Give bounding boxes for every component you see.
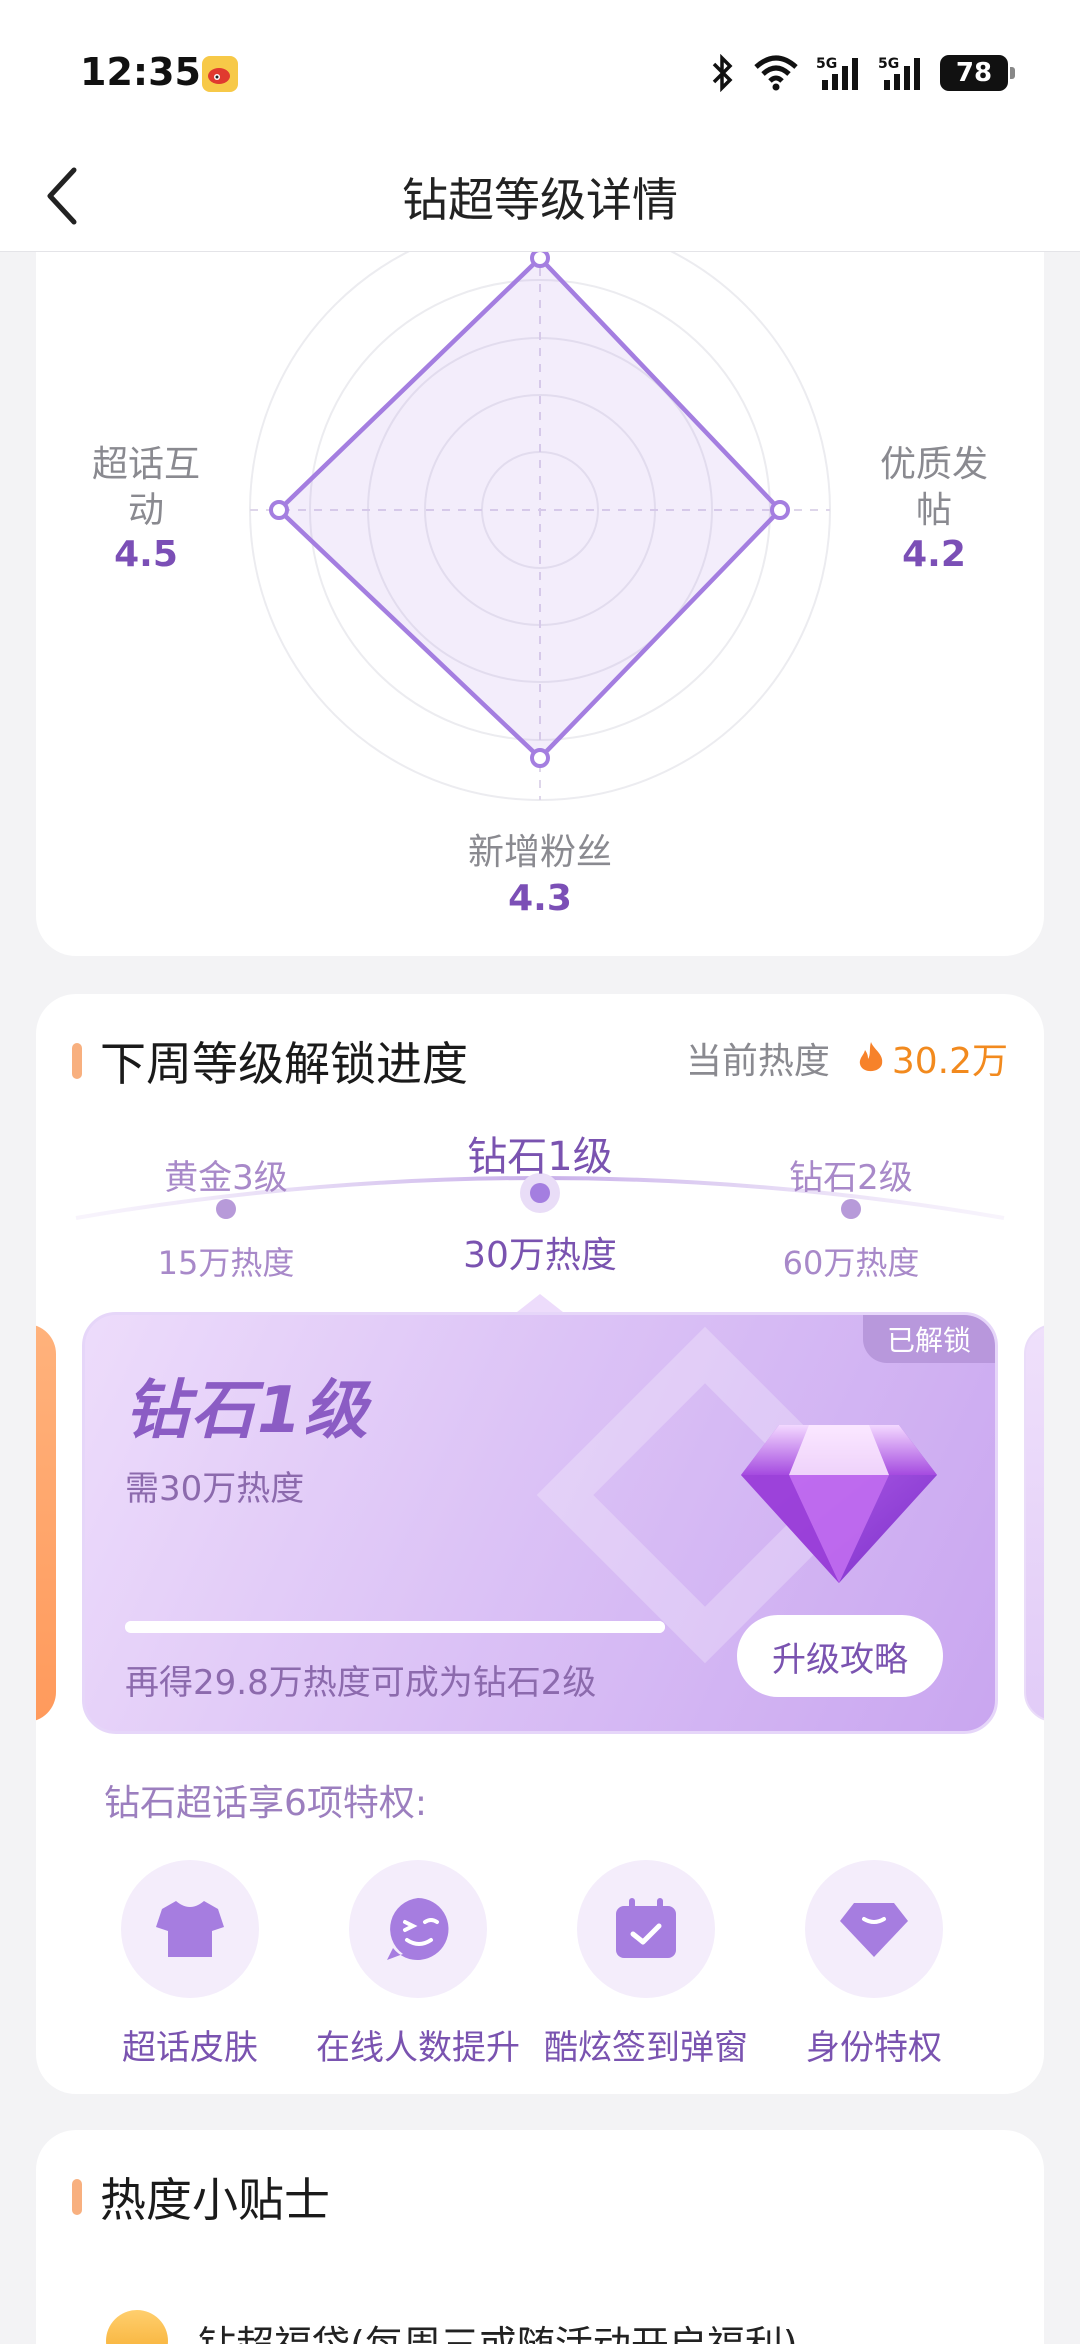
level-heat-diamond1: 30万热度: [463, 1235, 617, 1276]
status-icons: 5G 5G 78: [708, 54, 1015, 92]
battery-indicator: 78: [940, 55, 1015, 91]
privilege-label: 身份特权: [806, 2028, 942, 2068]
level-heat-diamond2: 60万热度: [782, 1244, 920, 1282]
prev-level-card[interactable]: [36, 1324, 56, 1722]
level-card-diamond1[interactable]: 已解锁 钻石1级 需30万热度 再得29.8万热度可成为钻石2级 升级攻略: [82, 1312, 998, 1734]
axis-label-new-fans: 新增粉丝: [467, 832, 612, 873]
card-level-title: 钻石1级: [125, 1374, 370, 1448]
privilege-label: 在线人数提升: [316, 2028, 520, 2068]
section-title: 下周等级解锁进度: [100, 1037, 468, 1091]
privilege-identity-icon-wrap: [805, 1860, 943, 1998]
privilege-online-boost[interactable]: 在线人数提升: [304, 1860, 532, 2069]
unlocked-tag: 已解锁: [863, 1315, 995, 1363]
radar-polygon: [276, 255, 783, 761]
bluetooth-icon: [712, 54, 733, 92]
axis-value-quality-post: 4.2: [902, 534, 966, 575]
diamond-badge-icon: [840, 1903, 908, 1957]
level-name-diamond1[interactable]: 钻石1级: [430, 1124, 650, 1182]
privilege-skin[interactable]: 超话皮肤: [76, 1860, 304, 2069]
signal-5g-icon: 5G: [816, 56, 858, 90]
privilege-label: 酷炫签到弹窗: [544, 2028, 748, 2068]
level-name-diamond2[interactable]: 钻石2级: [751, 1150, 951, 1199]
flame-icon: [859, 1042, 883, 1072]
level-progress-fill: [125, 1621, 665, 1633]
radar-point-bottom: [530, 748, 550, 768]
weibo-icon: [202, 56, 238, 92]
diamond-gem-icon: [741, 1425, 937, 1583]
radar-point-top: [530, 252, 550, 268]
section-header: 下周等级解锁进度: [72, 1028, 468, 1094]
page-title: 钻超等级详情: [402, 173, 678, 227]
current-heat: 当前热度 30.2万: [686, 1032, 1008, 1084]
axis-value-interaction: 4.5: [114, 534, 178, 575]
signal-5g-icon: 5G: [878, 56, 920, 90]
next-level-hint: 再得29.8万热度可成为钻石2级: [125, 1663, 597, 1703]
privilege-checkin-icon-wrap: [577, 1860, 715, 1998]
current-heat-value: 30.2万: [891, 1041, 1008, 1082]
axis-label-quality-post: 优质发 帖: [879, 444, 988, 531]
level-dot-diamond1[interactable]: [530, 1183, 550, 1203]
next-level-card[interactable]: [1024, 1324, 1044, 1722]
level-progress-bar: [125, 1621, 665, 1633]
tips-title: 热度小贴士: [100, 2173, 330, 2227]
wink-face-icon: [387, 1898, 449, 1960]
axis-label-interaction: 超话互 动: [91, 444, 200, 531]
tip-item[interactable]: 钻超福袋(每周三或随活动开启福利): [106, 2310, 798, 2344]
wifi-icon: [754, 55, 798, 91]
tip-text: 钻超福袋(每周三或随活动开启福利): [198, 2314, 798, 2344]
axis-value-new-fans: 4.3: [508, 878, 572, 919]
svg-text:5G: 5G: [816, 56, 837, 72]
privilege-label: 超话皮肤: [122, 2028, 258, 2068]
nav-bar: 钻超等级详情: [0, 140, 1080, 252]
privilege-checkin-popup[interactable]: 酷炫签到弹窗: [532, 1860, 760, 2069]
section-accent-bar: [72, 2179, 82, 2215]
privilege-title: 钻石超话享6项特权:: [104, 1783, 428, 1824]
status-time: 12:35: [80, 50, 201, 94]
money-bag-icon: [106, 2310, 168, 2344]
radar-card: 超话互 动 4.5 优质发 帖 4.2 新增粉丝 4.3: [36, 252, 1044, 956]
status-bar: 12:35 5G 5G 78: [0, 0, 1080, 140]
unlock-progress-card: 下周等级解锁进度 当前热度 30.2万 黄金3级 钻石1级 钻石2级 15万热度…: [36, 994, 1044, 2094]
current-heat-label: 当前热度: [685, 1041, 830, 1082]
section-accent-bar: [72, 1043, 82, 1079]
level-dot-diamond2[interactable]: [841, 1199, 861, 1219]
privilege-skin-icon-wrap: [121, 1860, 259, 1998]
level-heat-gold3: 15万热度: [157, 1244, 295, 1282]
radar-point-left: [269, 500, 289, 520]
privilege-identity[interactable]: 身份特权: [760, 1860, 988, 2069]
privilege-online-icon-wrap: [349, 1860, 487, 1998]
radar-point-right: [770, 500, 790, 520]
tips-section-header: 热度小贴士: [72, 2164, 330, 2230]
upgrade-guide-button[interactable]: 升级攻略: [737, 1615, 943, 1697]
heat-tips-card: 热度小贴士 钻超福袋(每周三或随活动开启福利): [36, 2130, 1044, 2344]
tshirt-icon: [156, 1901, 224, 1957]
svg-text:5G: 5G: [878, 56, 899, 72]
level-dot-gold3[interactable]: [216, 1199, 236, 1219]
calendar-check-icon: [616, 1898, 676, 1958]
level-name-gold3[interactable]: 黄金3级: [126, 1150, 326, 1199]
card-level-requirement: 需30万热度: [125, 1469, 305, 1509]
